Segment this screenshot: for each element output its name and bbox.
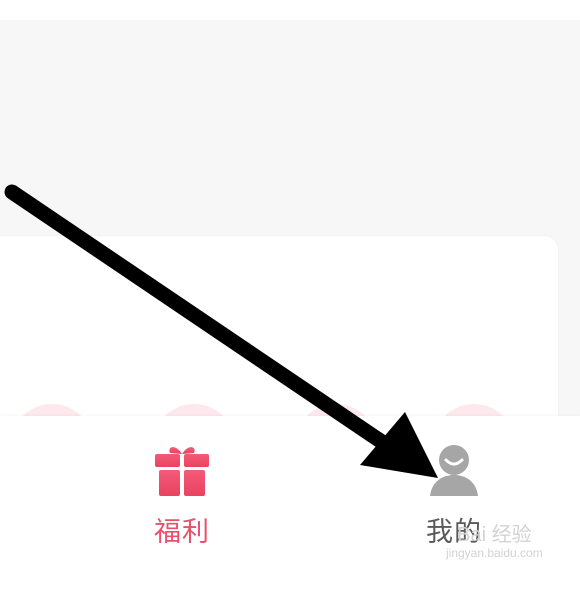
watermark-url: jingyan.baidu.com — [446, 546, 543, 560]
gift-icon — [155, 447, 209, 496]
tab-welfare-label: 福利 — [154, 517, 210, 547]
app-screen: 福利 我的 Bai 经验 jingyan.baidu.com — [0, 0, 580, 592]
bottom-tab-bar: 福利 我的 — [0, 416, 580, 592]
profile-icon — [430, 445, 478, 496]
top-strip — [0, 0, 580, 20]
watermark: Bai 经验 jingyan.baidu.com — [446, 524, 543, 560]
tab-welfare[interactable]: 福利 — [122, 440, 242, 580]
watermark-brand: Bai 经验 — [457, 524, 532, 546]
